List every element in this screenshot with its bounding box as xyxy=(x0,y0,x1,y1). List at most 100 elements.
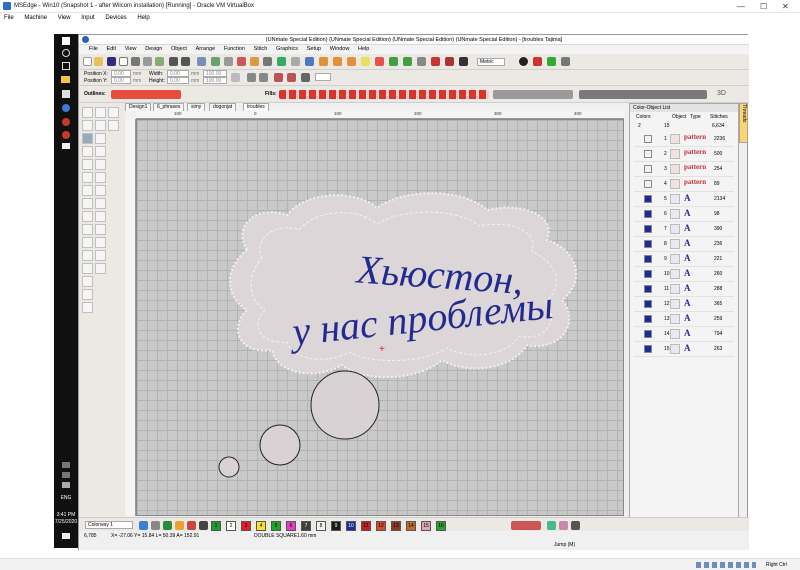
position-y-field[interactable]: 0.00 xyxy=(111,77,131,84)
tab-dogonjat[interactable]: dogonjat xyxy=(209,103,237,111)
close-icon[interactable]: ✕ xyxy=(782,2,789,11)
flag-icon[interactable] xyxy=(95,263,106,274)
angle-field[interactable] xyxy=(315,73,331,81)
scale-height-field[interactable]: 100.00 xyxy=(203,77,227,84)
color-button[interactable]: 15 xyxy=(421,521,431,531)
task-view-icon[interactable] xyxy=(62,62,70,70)
design-canvas[interactable]: Хьюстон, у нас проблемы + xyxy=(136,119,624,516)
thread-color-swatch[interactable] xyxy=(644,270,652,278)
vbox-menu-view[interactable]: View xyxy=(58,15,71,21)
wilcom-active-icon[interactable] xyxy=(62,131,70,139)
color-button[interactable]: 16 xyxy=(436,521,446,531)
zoom-tool-icon[interactable] xyxy=(95,133,106,144)
settings-icon[interactable] xyxy=(561,57,570,66)
presets-strip[interactable] xyxy=(511,521,541,530)
monogram-tool-icon[interactable] xyxy=(95,146,106,157)
color-object-row[interactable]: 7 A 390 xyxy=(634,222,734,237)
node-edit-icon[interactable] xyxy=(82,120,93,131)
grid-tool-icon[interactable] xyxy=(95,159,106,170)
color-object-row[interactable]: 15 A 263 xyxy=(634,342,734,357)
lock-proportions-icon[interactable] xyxy=(231,73,240,82)
thread-color-swatch[interactable] xyxy=(644,300,652,308)
3d-view-icon[interactable]: 3D xyxy=(717,90,726,97)
thread-color-swatch[interactable] xyxy=(644,345,652,353)
outline-styles-strip[interactable] xyxy=(111,90,181,99)
file-explorer-icon[interactable] xyxy=(61,76,70,83)
tray-icon[interactable] xyxy=(62,482,70,488)
vbox-menu-devices[interactable]: Devices xyxy=(105,15,126,21)
fill-tool-icon[interactable] xyxy=(305,57,314,66)
rotate-tool-icon[interactable] xyxy=(108,120,119,131)
color-button[interactable]: 12 xyxy=(376,521,386,531)
rectangle-tool-icon[interactable] xyxy=(95,198,106,209)
color-object-row[interactable]: 13 A 259 xyxy=(634,312,734,327)
mirror-h-icon[interactable] xyxy=(274,73,283,82)
thread-icon[interactable] xyxy=(163,521,172,530)
layers-icon[interactable] xyxy=(82,302,93,313)
reorder-icon[interactable] xyxy=(175,521,184,530)
view-options-strip[interactable] xyxy=(579,90,707,99)
volume-icon[interactable] xyxy=(62,472,70,478)
color-palette-icon[interactable] xyxy=(139,521,148,530)
undo-icon[interactable] xyxy=(169,57,178,66)
lettering-icon[interactable] xyxy=(389,57,398,66)
fill-styles-strip[interactable] xyxy=(279,90,489,99)
remove-color-icon[interactable] xyxy=(199,521,208,530)
applique-icon[interactable] xyxy=(361,57,370,66)
bullet-icon[interactable] xyxy=(82,224,93,235)
color-button[interactable]: 14 xyxy=(406,521,416,531)
angle-icon[interactable] xyxy=(301,73,310,82)
colorway-select[interactable]: Colorway 1 xyxy=(85,521,133,529)
menu-edit[interactable]: Edit xyxy=(107,46,116,52)
thread-color-swatch[interactable] xyxy=(644,330,652,338)
stamp-icon[interactable] xyxy=(431,57,440,66)
tatami-tool-icon[interactable] xyxy=(347,57,356,66)
vbox-device-icons[interactable] xyxy=(696,562,756,568)
color-object-row[interactable]: 12 A 365 xyxy=(634,297,734,312)
lasso-icon[interactable] xyxy=(108,107,119,118)
info-small-icon[interactable] xyxy=(571,521,580,530)
mirror-icon[interactable] xyxy=(263,57,272,66)
tab-design1[interactable]: Design1 xyxy=(125,103,152,111)
thread-color-swatch[interactable] xyxy=(644,180,652,188)
hand-icon[interactable] xyxy=(82,133,93,144)
effects-icon[interactable] xyxy=(417,57,426,66)
satin-tool-icon[interactable] xyxy=(333,57,342,66)
windows-start-icon[interactable] xyxy=(62,37,70,45)
color-button[interactable]: 3 xyxy=(241,521,251,531)
color-object-row[interactable]: 5 A 2134 xyxy=(634,192,734,207)
menu-setup[interactable]: Setup xyxy=(307,46,321,52)
stop-icon[interactable] xyxy=(95,224,106,235)
vbox-menu-file[interactable]: File xyxy=(4,15,14,21)
color-object-row[interactable]: 4 pattern 89 xyxy=(634,177,734,192)
width-field[interactable]: 0.00 xyxy=(167,70,189,77)
brush-icon[interactable] xyxy=(82,250,93,261)
color-object-row[interactable]: 1 pattern 2236 xyxy=(634,132,734,147)
menu-file[interactable]: File xyxy=(89,46,98,52)
paste-icon[interactable] xyxy=(155,57,164,66)
tab-6-phrases[interactable]: 6_phrases xyxy=(153,103,185,111)
thread-color-swatch[interactable] xyxy=(644,210,652,218)
threads-side-tab[interactable]: Threads xyxy=(739,103,748,143)
color-object-row[interactable]: 9 A 221 xyxy=(634,252,734,267)
color-button[interactable]: 5 xyxy=(271,521,281,531)
scale-width-field[interactable]: 100.00 xyxy=(203,70,227,77)
text-tool-icon[interactable] xyxy=(82,146,93,157)
position-x-field[interactable]: 0.00 xyxy=(111,70,131,77)
stitch-player-icon[interactable] xyxy=(224,57,233,66)
color-object-row[interactable]: 6 A 98 xyxy=(634,207,734,222)
zoom-icon[interactable] xyxy=(197,57,206,66)
menu-window[interactable]: Window xyxy=(330,46,350,52)
photo-icon[interactable] xyxy=(95,237,106,248)
thread-color-swatch[interactable] xyxy=(644,135,652,143)
minimize-icon[interactable]: — xyxy=(737,2,745,11)
height-field[interactable]: 0.00 xyxy=(167,77,189,84)
menu-help[interactable]: Help xyxy=(358,46,369,52)
redo-icon[interactable] xyxy=(181,57,190,66)
color-object-row[interactable]: 14 A 794 xyxy=(634,327,734,342)
hoop-icon[interactable] xyxy=(459,57,468,66)
network-icon[interactable] xyxy=(62,462,70,468)
menu-stitch[interactable]: Stitch xyxy=(254,46,268,52)
info-icon[interactable] xyxy=(519,57,528,66)
color-object-row[interactable]: 11 A 288 xyxy=(634,282,734,297)
